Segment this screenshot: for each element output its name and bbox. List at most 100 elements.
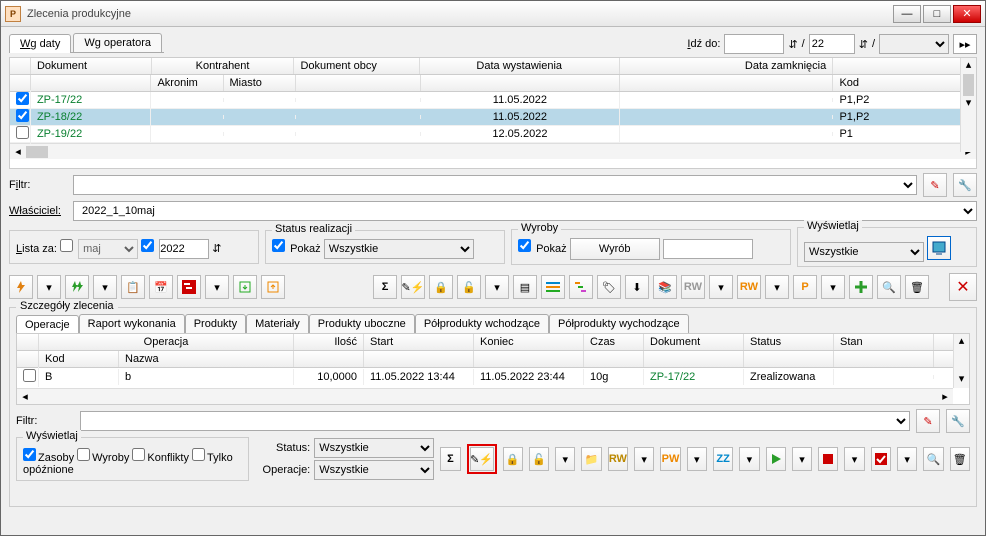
rw-orange-button[interactable]: RW bbox=[737, 275, 761, 299]
dtab-polw[interactable]: Półprodukty wchodzące bbox=[415, 314, 549, 333]
year-spinner[interactable] bbox=[159, 239, 209, 259]
row-check[interactable] bbox=[16, 109, 29, 122]
tab-wg-daty[interactable]: Wg daty bbox=[9, 34, 71, 53]
goto-combo[interactable] bbox=[879, 34, 949, 54]
lightning-button[interactable] bbox=[9, 275, 33, 299]
dropdown-icon[interactable]: ▾ bbox=[897, 447, 917, 471]
filter-edit-button[interactable]: ✎ bbox=[923, 173, 947, 197]
dtab-raport[interactable]: Raport wykonania bbox=[79, 314, 185, 333]
delete2-button[interactable]: 🗑 bbox=[950, 447, 970, 471]
dtab-produkty[interactable]: Produkty bbox=[185, 314, 246, 333]
table-row[interactable]: ZP-18/22 11.05.2022 P1,P2 bbox=[10, 109, 976, 126]
maximize-button[interactable]: □ bbox=[923, 5, 951, 23]
lock2-button[interactable]: 🔒 bbox=[503, 447, 523, 471]
minimize-button[interactable]: — bbox=[893, 5, 921, 23]
status-combo[interactable]: Wszystkie bbox=[324, 239, 474, 259]
month-check[interactable] bbox=[60, 239, 73, 252]
col-data-zamk[interactable]: Data zamknięcia bbox=[620, 58, 833, 74]
dropdown-icon[interactable]: ▾ bbox=[93, 275, 117, 299]
sigma-button[interactable]: Σ bbox=[373, 275, 397, 299]
gantt-button[interactable] bbox=[177, 275, 201, 299]
owner-combo[interactable]: 2022_1_10maj bbox=[73, 201, 977, 221]
dropdown-icon[interactable]: ▾ bbox=[555, 447, 575, 471]
col-dok-obcy[interactable]: Dokument obcy bbox=[294, 58, 419, 74]
download-button[interactable]: ⬇ bbox=[625, 275, 649, 299]
stair-button[interactable] bbox=[569, 275, 593, 299]
hscroll2[interactable]: ◂▸ bbox=[17, 388, 953, 404]
sigma2-button[interactable]: Σ bbox=[440, 447, 460, 471]
dropdown-icon[interactable]: ▾ bbox=[485, 275, 509, 299]
dropdown-icon[interactable]: ▾ bbox=[634, 447, 654, 471]
dtab-polwy[interactable]: Półprodukty wychodzące bbox=[549, 314, 689, 333]
check-button[interactable] bbox=[871, 447, 891, 471]
dropdown-icon[interactable]: ▾ bbox=[687, 447, 707, 471]
clipboard-button[interactable]: 📋 bbox=[121, 275, 145, 299]
dropdown-icon[interactable]: ▾ bbox=[205, 275, 229, 299]
bottom-status-combo[interactable]: Wszystkie bbox=[314, 438, 434, 458]
hscroll[interactable]: ◂▸ bbox=[10, 143, 976, 159]
goto-spinner1[interactable]: ⇵ bbox=[788, 38, 797, 51]
filter2-config-button[interactable]: 🔧 bbox=[946, 409, 970, 433]
refresh-view-button[interactable] bbox=[927, 236, 951, 260]
goto-field1[interactable] bbox=[724, 34, 784, 54]
calendar-button[interactable]: 📅 bbox=[149, 275, 173, 299]
lightning-multi-button[interactable] bbox=[65, 275, 89, 299]
row-check[interactable] bbox=[16, 92, 29, 105]
col-akronim[interactable]: Akronim bbox=[151, 75, 223, 91]
filter-config-button[interactable]: 🔧 bbox=[953, 173, 977, 197]
col-kod[interactable]: Kod bbox=[833, 75, 976, 91]
col-kontrahent[interactable]: Kontrahent bbox=[152, 58, 295, 74]
opoznione-check[interactable] bbox=[192, 448, 205, 461]
list-button[interactable]: ▤ bbox=[513, 275, 537, 299]
delete-button[interactable]: 🗑 bbox=[905, 275, 929, 299]
tag-button[interactable]: 🏷 bbox=[597, 275, 621, 299]
folder-button[interactable]: 📁 bbox=[581, 447, 601, 471]
month-combo[interactable]: maj bbox=[78, 239, 138, 259]
dtab-uboczne[interactable]: Produkty uboczne bbox=[309, 314, 415, 333]
status-pokaz-check[interactable] bbox=[272, 239, 285, 252]
bottom-oper-combo[interactable]: Wszystkie bbox=[314, 460, 434, 480]
zz-button[interactable]: ZZ bbox=[713, 447, 733, 471]
wyrob-input[interactable] bbox=[663, 239, 753, 259]
page-button[interactable]: P bbox=[793, 275, 817, 299]
wyswietlaj-combo[interactable]: Wszystkie bbox=[804, 242, 924, 262]
lock-button[interactable]: 🔒 bbox=[429, 275, 453, 299]
dropdown-icon[interactable]: ▾ bbox=[765, 275, 789, 299]
dtab-materialy[interactable]: Materiały bbox=[246, 314, 309, 333]
edit-lightning-button[interactable]: ✎⚡ bbox=[401, 275, 425, 299]
filter2-edit-button[interactable]: ✎ bbox=[916, 409, 940, 433]
vscroll2[interactable]: ▴▾ bbox=[953, 334, 969, 388]
filter-input[interactable] bbox=[73, 175, 917, 195]
edit-lightning2-button[interactable]: ✎⚡ bbox=[470, 447, 494, 471]
stop-button[interactable] bbox=[818, 447, 838, 471]
dropdown-icon[interactable]: ▾ bbox=[37, 275, 61, 299]
dtab-operacje[interactable]: Operacje bbox=[16, 315, 79, 334]
unlock-button[interactable]: 🔓 bbox=[457, 275, 481, 299]
color-list-button[interactable] bbox=[541, 275, 565, 299]
goto-spinner2[interactable]: ⇵ bbox=[859, 38, 868, 51]
year-spin-icon[interactable]: ⇵ bbox=[212, 243, 221, 255]
export-in-button[interactable] bbox=[233, 275, 257, 299]
dropdown-icon[interactable]: ▾ bbox=[739, 447, 759, 471]
play-button[interactable] bbox=[766, 447, 786, 471]
col-miasto[interactable]: Miasto bbox=[224, 75, 296, 91]
goto-field2[interactable] bbox=[809, 34, 855, 54]
vscroll[interactable]: ▴▾ bbox=[960, 58, 976, 152]
row-check[interactable] bbox=[16, 126, 29, 139]
table-row[interactable]: ZP-19/22 12.05.2022 P1 bbox=[10, 126, 976, 143]
tab-wg-operatora[interactable]: Wg operatora bbox=[73, 33, 162, 52]
search-button[interactable]: 🔍 bbox=[877, 275, 901, 299]
dropdown-icon[interactable]: ▾ bbox=[821, 275, 845, 299]
search2-button[interactable]: 🔍 bbox=[923, 447, 943, 471]
wyrob-button[interactable]: Wyrób bbox=[570, 238, 660, 260]
konflikty-check[interactable] bbox=[132, 448, 145, 461]
close-button[interactable]: ✕ bbox=[953, 5, 981, 23]
col-data-wyst[interactable]: Data wystawienia bbox=[420, 58, 620, 74]
pw-button[interactable]: PW bbox=[660, 447, 680, 471]
unlock2-button[interactable]: 🔓 bbox=[529, 447, 549, 471]
rw-button[interactable]: RW bbox=[681, 275, 705, 299]
wyroby-pokaz-check[interactable] bbox=[518, 239, 531, 252]
col-dokument[interactable]: Dokument bbox=[31, 58, 152, 74]
table-row[interactable]: ZP-17/22 11.05.2022 P1,P2 bbox=[10, 92, 976, 109]
dropdown-icon[interactable]: ▾ bbox=[844, 447, 864, 471]
